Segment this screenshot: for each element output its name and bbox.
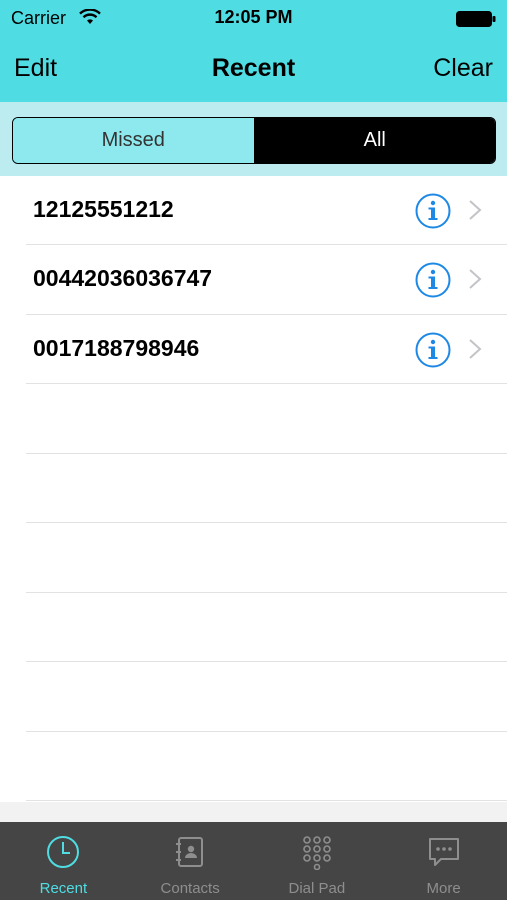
row-divider (26, 383, 507, 384)
recent-call-row[interactable]: 12125551212 (0, 176, 507, 245)
list-footer-spacer (0, 802, 507, 822)
tab-label: Dial Pad (288, 880, 346, 897)
empty-row-divider (26, 661, 507, 662)
clock-icon (47, 836, 80, 868)
clear-button[interactable]: Clear (433, 54, 493, 83)
missed-all-segmented-control: Missed All (12, 117, 496, 164)
phone-number: 12125551212 (33, 196, 174, 222)
info-icon[interactable] (415, 332, 451, 368)
tab-label: Contacts (160, 880, 220, 897)
recents-list: 12125551212 00442036036747 0017188798946 (0, 176, 507, 802)
chevron-right-icon (469, 339, 482, 359)
battery-icon (456, 11, 496, 27)
chevron-right-icon (469, 200, 482, 220)
segment-all[interactable]: All (254, 118, 495, 163)
info-icon[interactable] (415, 193, 451, 229)
chat-bubble-icon (428, 838, 459, 866)
tab-dial-pad[interactable]: Dial Pad (254, 822, 381, 900)
phone-number: 00442036036747 (33, 265, 213, 291)
empty-row-divider (26, 731, 507, 732)
page-title: Recent (211, 54, 296, 82)
chevron-right-icon (469, 269, 482, 289)
tab-contacts[interactable]: Contacts (127, 822, 254, 900)
recent-call-row[interactable]: 0017188798946 (0, 315, 507, 384)
tab-label: More (426, 880, 461, 897)
tab-bar: Recent Contacts Dial Pad More (0, 822, 507, 900)
recent-call-row[interactable]: 00442036036747 (0, 245, 507, 314)
status-bar: Carrier 12:05 PM (0, 0, 507, 38)
address-book-icon (176, 837, 204, 867)
tab-recent[interactable]: Recent (0, 822, 127, 900)
phone-number: 0017188798946 (33, 335, 200, 361)
empty-row-divider (26, 522, 507, 523)
filter-bar: Missed All (0, 102, 507, 176)
keypad-icon (303, 836, 331, 870)
segment-missed[interactable]: Missed (13, 118, 255, 163)
empty-row-divider (26, 592, 507, 593)
status-time: 12:05 PM (214, 7, 293, 27)
tab-more[interactable]: More (380, 822, 507, 900)
empty-row-divider (26, 453, 507, 454)
empty-row-divider (26, 800, 507, 801)
info-icon[interactable] (415, 262, 451, 298)
navigation-bar: Edit Recent Clear (0, 38, 507, 102)
tab-label: Recent (39, 880, 88, 897)
